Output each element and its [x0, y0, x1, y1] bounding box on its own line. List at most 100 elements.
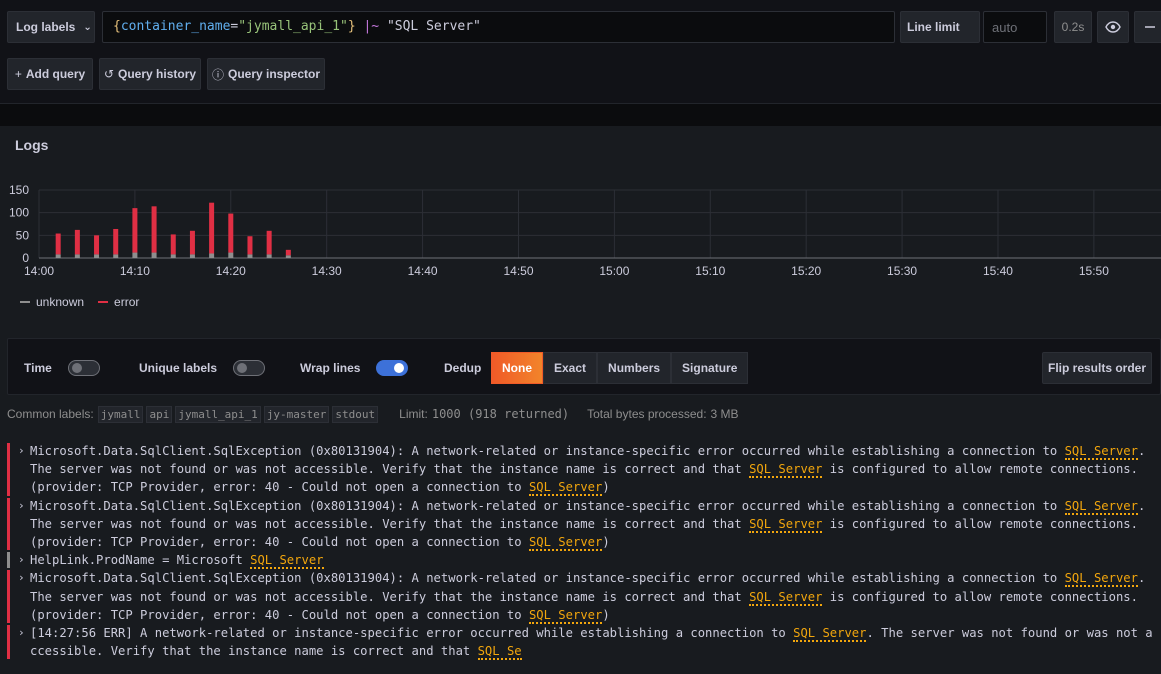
log-line-text: [14:27:56 ERR] A network-related or inst…: [30, 626, 794, 641]
log-level-indicator: [7, 443, 10, 496]
search-highlight: SQL Server: [1064, 571, 1138, 588]
remove-query-button[interactable]: [1134, 11, 1161, 43]
dedup-none-button[interactable]: None: [491, 352, 543, 384]
query-time-badge: 0.2s: [1054, 11, 1092, 43]
logs-meta: Common labels: jymall api jymall_api_1 j…: [7, 405, 1161, 423]
bar-error: [55, 233, 61, 255]
wrap-lines-option: Wrap lines: [300, 339, 409, 396]
common-labels-label: Common labels:: [7, 407, 94, 421]
legend-item-unknown[interactable]: unknown: [20, 295, 84, 309]
chevron-right-icon[interactable]: ›: [18, 569, 25, 587]
toggle-query-visibility-button[interactable]: [1097, 11, 1129, 43]
x-tick-label: 15:10: [695, 264, 725, 278]
query-inspector-label: Query inspector: [227, 67, 321, 81]
log-labels-button[interactable]: Log labels ⌄: [7, 11, 95, 43]
bar-error: [94, 235, 100, 255]
search-highlight: SQL Server: [528, 607, 603, 624]
flip-results-order-button[interactable]: Flip results order: [1042, 352, 1152, 384]
wrap-lines-toggle[interactable]: [376, 359, 409, 376]
chevron-right-icon[interactable]: ›: [18, 551, 25, 569]
common-label-chip: jymall: [97, 405, 144, 423]
common-label-chip: jymall_api_1: [175, 405, 261, 423]
unique-labels-toggle[interactable]: [233, 359, 266, 376]
log-labels-label: Log labels: [16, 20, 76, 34]
plus-icon: +: [14, 67, 22, 81]
history-icon: ↺: [103, 67, 115, 81]
legend-swatch-unknown: [20, 301, 30, 303]
x-tick-label: 14:00: [24, 264, 54, 278]
log-row[interactable]: › HelpLink.ProdName = Microsoft SQL Serve…: [0, 551, 1161, 570]
bar-unknown: [151, 252, 157, 258]
legend-label-error: error: [114, 295, 140, 309]
legend-swatch-error: [98, 301, 109, 303]
log-line-text: ): [602, 480, 610, 495]
log-row[interactable]: › Microsoft.Data.SqlClient.SqlException (…: [0, 569, 1161, 624]
search-highlight: SQL Server: [749, 516, 823, 533]
line-limit-input[interactable]: auto: [983, 11, 1047, 43]
line-limit-label: Line limit: [900, 11, 980, 43]
query-filter-string: "SQL Server": [386, 19, 481, 34]
x-tick-label: 14:40: [408, 264, 438, 278]
add-query-label: Add query: [25, 67, 86, 81]
query-label-value: "jymall_api_1": [238, 19, 348, 34]
dedup-exact-button[interactable]: Exact: [543, 352, 598, 384]
search-highlight: SQL Server: [749, 589, 823, 606]
search-highlight: SQL Server: [528, 480, 603, 497]
divider-band: [0, 104, 1161, 126]
search-highlight: SQL Server: [1064, 444, 1138, 460]
y-tick-label: 100: [9, 206, 29, 220]
y-tick-label: 150: [9, 183, 29, 197]
wrap-lines-label: Wrap lines: [300, 360, 361, 375]
query-history-label: Query history: [118, 67, 197, 81]
panel-title: Logs: [15, 137, 49, 153]
dedup-label: Dedup: [444, 360, 482, 375]
log-line-text: Microsoft.Data.SqlClient.SqlException (0…: [30, 571, 1065, 586]
query-history-button[interactable]: ↺ Query history: [99, 58, 201, 90]
query-input[interactable]: {container_name="jymall_api_1"} |~ "SQL …: [102, 11, 895, 43]
dedup-signature-button[interactable]: Signature: [671, 352, 749, 384]
query-inspector-button[interactable]: ⓘ Query inspector: [207, 58, 325, 90]
chart-legend: unknown error: [20, 295, 139, 309]
legend-label-unknown: unknown: [36, 295, 85, 309]
log-level-indicator: [7, 552, 10, 569]
legend-item-error[interactable]: error: [98, 295, 139, 309]
log-line-text: Microsoft.Data.SqlClient.SqlException (0…: [30, 444, 1065, 458]
bar-unknown: [132, 252, 138, 258]
time-toggle[interactable]: [67, 359, 100, 376]
bar-error: [228, 213, 234, 253]
search-highlight: SQL Server: [793, 626, 867, 643]
log-row[interactable]: › Microsoft.Data.SqlClient.SqlException (…: [0, 442, 1161, 497]
bar-unknown: [266, 254, 272, 258]
add-query-button[interactable]: + Add query: [7, 58, 93, 90]
bytes-processed-value: 3 MB: [710, 407, 739, 421]
log-options-bar: Time Unique labels Wrap lines Dedup None…: [7, 338, 1161, 395]
log-level-indicator: [7, 625, 10, 660]
common-label-chip: jy-master: [263, 405, 330, 423]
common-label-chip: api: [146, 405, 173, 423]
x-tick-label: 15:20: [791, 264, 821, 278]
y-tick-label: 0: [22, 251, 29, 265]
dedup-numbers-button[interactable]: Numbers: [597, 352, 672, 384]
bar-error: [189, 230, 195, 255]
log-row[interactable]: › [14:27:56 ERR] A network-related or ins…: [0, 624, 1161, 661]
search-highlight: SQL Server: [528, 535, 603, 552]
chevron-right-icon[interactable]: ›: [18, 624, 25, 642]
query-row: Log labels ⌄ {container_name="jymall_api…: [7, 11, 1161, 43]
time-option: Time: [24, 339, 100, 396]
search-highlight: SQL Server: [250, 553, 324, 570]
bar-unknown: [189, 254, 195, 258]
chevron-down-icon: ⌄: [83, 21, 92, 33]
log-row[interactable]: › Microsoft.Data.SqlClient.SqlException (…: [0, 497, 1161, 552]
chevron-right-icon[interactable]: ›: [18, 442, 25, 460]
dedup-segmented-control: None Exact Numbers Signature: [491, 352, 749, 384]
search-highlight: SQL Server: [749, 462, 823, 479]
bar-unknown: [247, 254, 253, 258]
chevron-right-icon[interactable]: ›: [18, 497, 25, 515]
search-highlight: SQL Se: [477, 644, 522, 661]
limit-label: Limit:: [399, 407, 428, 421]
common-label-chip: stdout: [332, 405, 379, 423]
x-tick-label: 15:40: [983, 264, 1013, 278]
bar-error: [285, 249, 291, 256]
unique-labels-option: Unique labels: [139, 339, 266, 396]
log-line-text: ): [602, 535, 610, 550]
